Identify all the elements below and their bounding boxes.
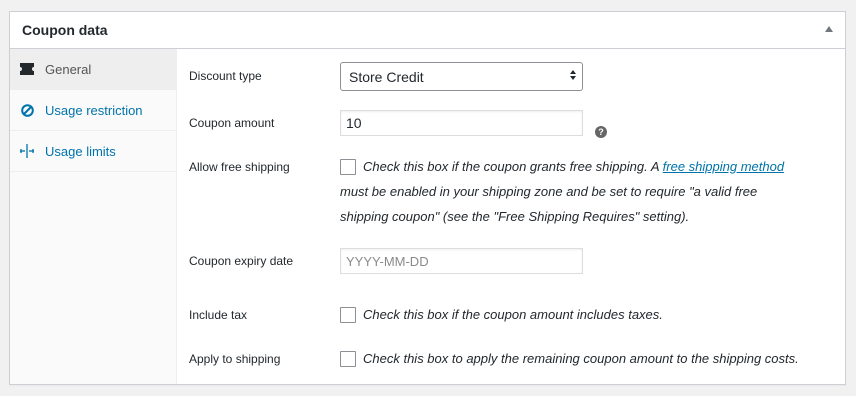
include-tax-checkbox[interactable]	[340, 307, 356, 323]
free-shipping-desc-line2: must be enabled in your shipping zone an…	[340, 184, 758, 199]
tab-general[interactable]: General	[10, 49, 176, 90]
tab-usage-limits[interactable]: Usage limits	[10, 131, 176, 172]
coupon-amount-label: Coupon amount	[189, 116, 275, 130]
coupon-amount-value: 10	[346, 115, 362, 131]
expiry-date-label: Coupon expiry date	[189, 254, 294, 268]
tab-usage-restriction[interactable]: Usage restriction	[10, 90, 176, 131]
panel-body: General Usage restriction Usage limits D…	[10, 49, 845, 384]
coupon-data-panel: Coupon data General Usage restriction Us…	[9, 11, 846, 385]
tab-usage-limits-label: Usage limits	[45, 143, 116, 159]
free-shipping-desc-text: Check this box if the coupon grants free…	[363, 159, 663, 174]
free-shipping-method-link[interactable]: free shipping method	[663, 159, 784, 174]
tab-usage-restriction-label: Usage restriction	[45, 102, 143, 118]
free-shipping-description: Check this box if the coupon grants free…	[363, 154, 784, 179]
discount-type-select[interactable]: Store Credit	[340, 62, 583, 91]
include-tax-description: Check this box if the coupon amount incl…	[363, 307, 663, 322]
coupon-tabs: General Usage restriction Usage limits	[10, 49, 177, 384]
help-tip-icon[interactable]: ?	[595, 126, 607, 138]
coupon-amount-input[interactable]: 10	[340, 110, 583, 136]
panel-header[interactable]: Coupon data	[10, 12, 845, 49]
expiry-date-placeholder: YYYY-MM-DD	[346, 253, 429, 269]
block-icon	[20, 103, 34, 117]
free-shipping-label: Allow free shipping	[189, 160, 290, 174]
limits-icon	[20, 144, 34, 158]
select-arrows-icon	[570, 70, 576, 80]
apply-shipping-checkbox[interactable]	[340, 351, 356, 367]
apply-shipping-label: Apply to shipping	[189, 352, 281, 366]
discount-type-label: Discount type	[189, 69, 262, 83]
ticket-icon	[20, 62, 34, 76]
apply-shipping-description: Check this box to apply the remaining co…	[363, 351, 799, 366]
panel-title: Coupon data	[22, 22, 108, 38]
expiry-date-input[interactable]: YYYY-MM-DD	[340, 248, 583, 274]
discount-type-value: Store Credit	[349, 68, 424, 85]
general-panel: Discount type Store Credit Coupon amount…	[177, 49, 845, 384]
tab-general-label: General	[45, 61, 92, 77]
free-shipping-checkbox[interactable]	[340, 159, 356, 175]
free-shipping-desc-line3: shipping coupon" (see the "Free Shipping…	[340, 209, 690, 224]
collapse-toggle-icon[interactable]	[825, 26, 833, 32]
include-tax-label: Include tax	[189, 308, 248, 322]
